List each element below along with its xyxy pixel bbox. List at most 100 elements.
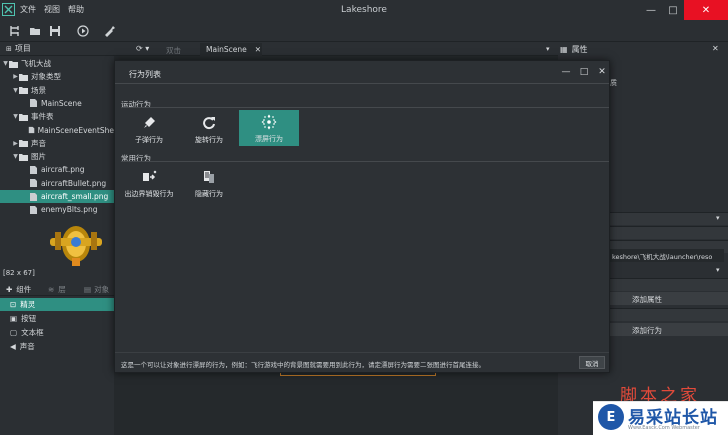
cancel-button[interactable]: 取消 [579, 356, 605, 369]
resource-path: keshore\飞机大战\launcher\reso [610, 249, 724, 262]
chevron-down-icon[interactable]: ▼ [12, 87, 19, 94]
section-motion-title: 运动行为 [121, 100, 151, 109]
properties-icon: ▦ [560, 45, 568, 54]
new-project-icon[interactable] [8, 24, 22, 38]
tree-item[interactable]: MainScene [0, 97, 114, 110]
objects-icon: ▤ [84, 285, 92, 294]
action-rotate[interactable]: 旋转行为 [179, 111, 239, 147]
dialog-minimize-button[interactable]: — [557, 64, 575, 80]
section-common-divider [121, 161, 609, 162]
tree-item-label: MainSceneEventShe [37, 125, 114, 135]
component-button[interactable]: ▣ 按钮 [0, 312, 114, 325]
properties-close-icon[interactable]: ✕ [712, 44, 719, 53]
bullet-icon [144, 117, 155, 128]
tabs-dropdown-icon[interactable]: ▾ [546, 45, 550, 53]
maximize-button[interactable]: □ [662, 0, 684, 20]
tree-item-label: aircraft_small.png [41, 192, 109, 201]
destroy-outside-icon [143, 170, 157, 181]
tab-layers[interactable]: ≋ 层 [48, 284, 66, 295]
open-folder-icon[interactable] [28, 24, 42, 38]
image-size-label: [82 x 67] [3, 269, 35, 277]
close-button[interactable]: ✕ [684, 0, 728, 20]
refresh-icon[interactable]: ⟳ ▾ [136, 44, 149, 53]
chevron-right-icon[interactable]: ▶ [12, 140, 19, 147]
file-icon [30, 99, 37, 108]
component-textbox[interactable]: ▢ 文本框 [0, 326, 114, 339]
property-dropdown-icon[interactable]: ▾ [716, 214, 720, 222]
folder-icon [19, 73, 28, 81]
tree-item[interactable]: ▶ 声音 [0, 137, 114, 150]
close-tab-icon[interactable]: ✕ [255, 45, 261, 54]
tab-double-click[interactable]: 双击 [166, 45, 181, 56]
file-icon [30, 192, 37, 201]
properties-header: ▦ 属性 [560, 45, 588, 54]
wrap-screen-icon [261, 114, 277, 130]
dialog-maximize-button[interactable]: □ [575, 64, 593, 80]
chevron-down-icon[interactable]: ▼ [12, 113, 19, 120]
minimize-button[interactable]: — [640, 0, 662, 20]
action-destroy-outside[interactable]: 出边界销毁行为 [119, 165, 179, 201]
folder-icon [19, 113, 28, 121]
tree-item-label: enemyBlts.png [41, 205, 98, 215]
chevron-right-icon[interactable]: ▶ [12, 73, 19, 80]
tree-item[interactable]: ▼ 事件表 [0, 110, 114, 123]
rotate-icon [203, 117, 215, 130]
section-common-title: 常用行为 [121, 154, 151, 163]
tree-item[interactable]: ▼ 图片 [0, 150, 114, 163]
tree-item-label: 对象类型 [31, 72, 61, 82]
tab-objects[interactable]: ▤ 对象 [84, 284, 109, 295]
folder-icon [19, 153, 28, 161]
textbox-icon: ▢ [10, 328, 18, 337]
add-property-button[interactable]: 添加属性 [610, 292, 728, 305]
tree-item[interactable]: enemyBlts.png [0, 203, 114, 216]
behavior-list-dialog: 行为列表 — □ ✕ 运动行为 子弹行为 旋转行为 漂屏行为 常用行为 出边界销… [114, 60, 610, 373]
component-sound[interactable]: ◀ 声音 [0, 340, 114, 353]
window-title: Lakeshore [341, 5, 387, 15]
action-bullet[interactable]: 子弹行为 [119, 111, 179, 147]
file-icon [30, 205, 37, 214]
project-panel-header: ⊞ 项目 [0, 42, 114, 56]
tree-item[interactable]: ▶ 对象类型 [0, 70, 114, 83]
dialog-title: 行为列表 [129, 70, 161, 79]
tree-item-label: 飞机大战 [21, 59, 51, 68]
watermark-logo-icon: E [598, 404, 624, 430]
layers-icon: ≋ [48, 285, 55, 294]
sprite-icon: ⊡ [10, 300, 17, 309]
aircraft-preview-image [50, 226, 102, 266]
speaker-icon: ◀ [10, 342, 16, 351]
play-icon[interactable] [76, 24, 90, 38]
dialog-close-button[interactable]: ✕ [593, 64, 611, 80]
tree-item-label: MainScene [41, 98, 82, 108]
folder-icon [19, 87, 28, 95]
action-hide[interactable]: 隐藏行为 [179, 165, 239, 201]
folder-icon [19, 140, 28, 148]
add-behavior-button[interactable]: 添加行为 [610, 323, 728, 336]
tab-mainscene[interactable]: MainScene ✕ [200, 43, 262, 56]
action-wrap-screen[interactable]: 漂屏行为 [239, 110, 299, 146]
dialog-footer: 这是一个可以让对象进行漂屏的行为，例如：飞行游戏中的背景图就需要用到此行为，请定… [115, 352, 609, 372]
file-icon [30, 179, 37, 188]
project-tree: ▼ 飞机大战 ▶ 对象类型 ▼ 场景 MainScene ▼ 事件表 MainSceneEvent… [0, 57, 114, 217]
tree-item-label: 事件表 [31, 112, 54, 122]
image-preview [0, 218, 114, 268]
tree-item[interactable]: aircraft.png [0, 163, 114, 176]
properties-label: 质 [610, 79, 617, 87]
tab-components[interactable]: ✚ 组件 [6, 284, 31, 295]
hide-icon [204, 171, 214, 183]
build-icon[interactable] [102, 24, 116, 38]
section-motion-divider [121, 107, 609, 108]
path-dropdown-icon[interactable]: ▾ [716, 266, 720, 274]
tree-item[interactable]: aircraftBullet.png [0, 177, 114, 190]
component-sprite[interactable]: ⊡ 精灵 [0, 298, 114, 311]
tree-item[interactable]: aircraft_small.png [0, 190, 114, 203]
watermark-sub-text: Www.Easck.Com Webmaster [628, 425, 700, 431]
pin-icon: ⊞ [6, 44, 12, 53]
save-icon[interactable] [48, 24, 62, 38]
tree-item[interactable]: MainSceneEventShe [0, 124, 114, 137]
chevron-down-icon[interactable]: ▼ [12, 153, 19, 160]
tree-item[interactable]: ▼ 飞机大战 [0, 57, 114, 70]
file-icon [28, 126, 34, 134]
tree-item[interactable]: ▼ 场景 [0, 84, 114, 97]
folder-icon [9, 60, 18, 68]
chevron-down-icon[interactable]: ▼ [2, 60, 9, 67]
